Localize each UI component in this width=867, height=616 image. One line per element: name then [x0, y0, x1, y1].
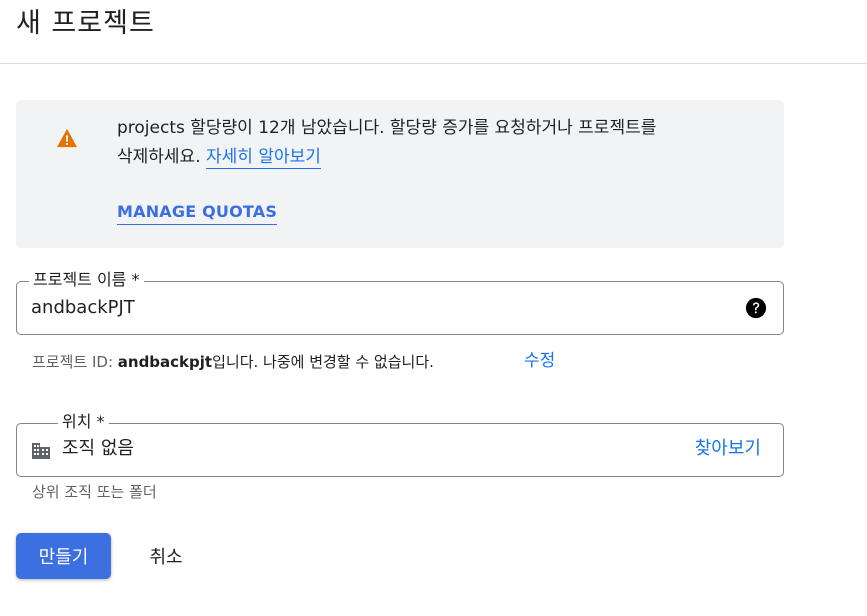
project-id-hint: 프로젝트 ID: andbackpjt입니다. 나중에 변경할 수 없습니다. [32, 350, 434, 374]
learn-more-link[interactable]: 자세히 알아보기 [206, 147, 321, 169]
project-id-prefix: 프로젝트 ID: [32, 353, 118, 371]
cancel-button[interactable]: 취소 [130, 533, 202, 579]
location-label: 위치 * [58, 411, 109, 433]
project-id-suffix: 입니다. 나중에 변경할 수 없습니다. [212, 353, 434, 371]
page-title: 새 프로젝트 [16, 8, 155, 39]
manage-quotas-link[interactable]: MANAGE QUOTAS [117, 200, 278, 225]
browse-location-link[interactable]: 찾아보기 [695, 437, 761, 461]
project-name-field[interactable]: 프로젝트 이름 * [16, 269, 784, 335]
location-field[interactable]: 위치 * 조직 없음 찾아보기 [16, 411, 784, 477]
header-divider [0, 63, 867, 64]
help-circle-icon[interactable] [745, 297, 767, 319]
create-button[interactable]: 만들기 [16, 533, 111, 579]
quota-message-line1: projects 할당량이 12개 남았습니다. 할당량 증가를 요청하거나 프… [117, 118, 657, 138]
organization-icon [32, 443, 50, 459]
quota-message-line2: 삭제하세요. [117, 147, 201, 167]
quota-message: projects 할당량이 12개 남았습니다. 할당량 증가를 요청하거나 프… [117, 114, 767, 172]
project-name-label: 프로젝트 이름 * [29, 269, 144, 291]
location-value: 조직 없음 [62, 438, 134, 459]
location-hint: 상위 조직 또는 폴더 [32, 483, 157, 501]
new-project-page: 새 프로젝트 projects 할당량이 12개 남았습니다. 할당량 증가를 … [0, 0, 867, 616]
warning-icon [57, 128, 77, 148]
project-id-value: andbackpjt [117, 353, 213, 371]
quota-notice: projects 할당량이 12개 남았습니다. 할당량 증가를 요청하거나 프… [16, 100, 784, 248]
edit-project-id-link[interactable]: 수정 [524, 349, 555, 373]
project-name-input[interactable] [31, 296, 721, 320]
